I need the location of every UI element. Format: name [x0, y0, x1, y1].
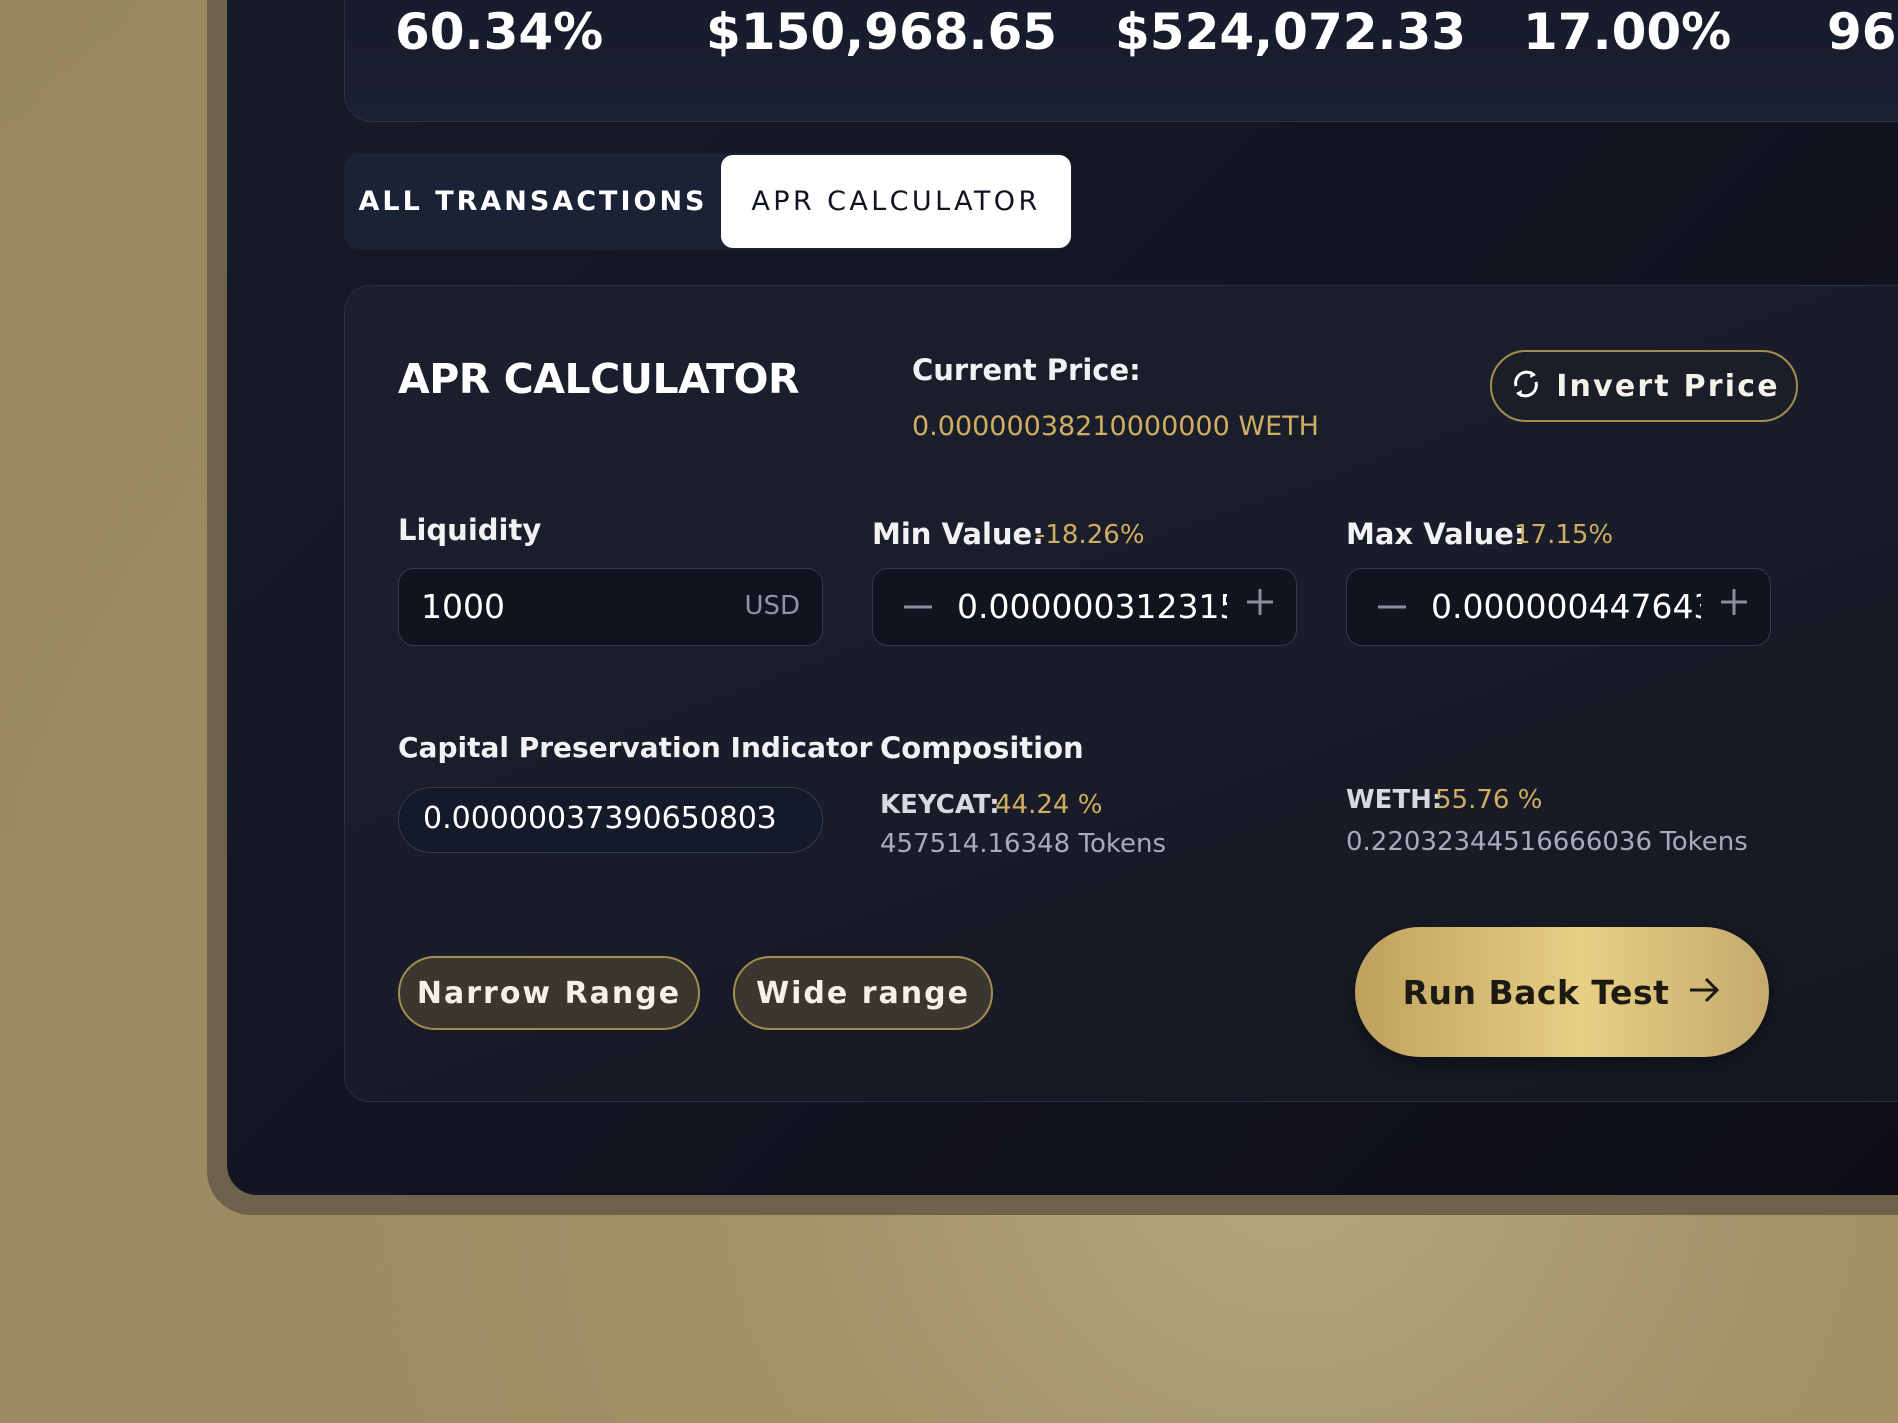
invert-price-label: Invert Price [1556, 368, 1780, 404]
current-price-label: Current Price: [912, 353, 1141, 387]
tab-apr-calculator[interactable]: APR CALCULATOR [721, 155, 1071, 248]
invert-price-button[interactable]: Invert Price [1490, 350, 1798, 422]
tab-bar: ALL TRANSACTIONS APR CALCULATOR [344, 153, 1072, 250]
capital-preservation-field: 0.0000003739065080З [398, 787, 823, 853]
capital-preservation-label: Capital Preservation Indicator [398, 731, 873, 764]
stat-value-2: $150,968.65 [706, 3, 1058, 61]
tab-all-transactions[interactable]: ALL TRANSACTIONS [344, 153, 722, 250]
stat-value-3: $524,072.33 [1115, 3, 1467, 61]
refresh-arrows-icon [1508, 366, 1544, 406]
min-value-label: Min Value: [872, 517, 1044, 551]
liquidity-unit: USD [744, 591, 800, 621]
minus-icon[interactable] [1375, 590, 1409, 628]
liquidity-value: 1000 [421, 587, 505, 626]
min-value-input[interactable]: 0.0000003123157 [872, 568, 1297, 646]
token-a-name: KEYCAT: [880, 790, 1000, 820]
narrow-range-button[interactable]: Narrow Range [398, 956, 700, 1030]
max-value-value: 0.000000447643 [1431, 587, 1701, 626]
plus-icon[interactable] [1243, 585, 1277, 623]
liquidity-label: Liquidity [398, 513, 542, 547]
minus-icon[interactable] [901, 590, 935, 628]
plus-icon[interactable] [1717, 585, 1751, 623]
panel-title: APR CALCULATOR [398, 355, 800, 403]
token-b-amount: 0.22032344516666036 Tokens [1346, 827, 1748, 857]
run-back-test-label: Run Back Test [1402, 972, 1670, 1012]
run-back-test-button[interactable]: Run Back Test [1355, 927, 1769, 1057]
token-b-name: WETH: [1346, 785, 1443, 815]
stat-value-1: 60.34% [395, 3, 604, 61]
stat-value-5: 96. [1827, 3, 1898, 61]
composition-label: Composition [880, 731, 1084, 765]
max-value-percent: 17.15% [1514, 520, 1614, 550]
max-value-label: Max Value: [1346, 517, 1526, 551]
min-value-percent: -18.26% [1036, 520, 1145, 550]
min-value-value: 0.0000003123157 [957, 587, 1227, 626]
wide-range-button[interactable]: Wide range [733, 956, 993, 1030]
capital-preservation-value: 0.0000003739065080З [423, 801, 777, 836]
stat-value-4: 17.00% [1523, 3, 1732, 61]
token-a-amount: 457514.16348 Tokens [880, 829, 1167, 859]
arrow-right-icon [1687, 975, 1721, 1009]
token-b-percent: 55.76 % [1435, 785, 1543, 815]
token-a-percent: 44.24 % [995, 790, 1103, 820]
max-value-input[interactable]: 0.000000447643 [1346, 568, 1771, 646]
liquidity-input[interactable]: 1000 USD [398, 568, 823, 646]
current-price-value: 0.00000038210000000 WETH [912, 411, 1319, 442]
